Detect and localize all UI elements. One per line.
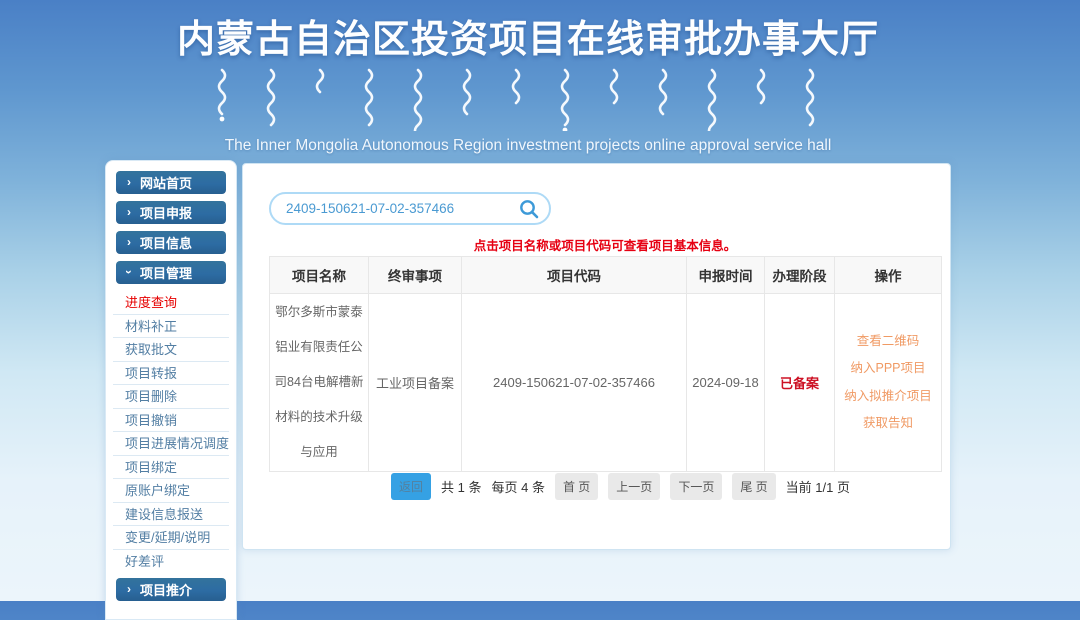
project-name-link[interactable]: 鄂尔多斯市蒙泰铝业有限责任公司84台电解槽新材料的技术升级与应用	[270, 294, 369, 472]
column-header: 终审事项	[369, 257, 462, 294]
return-button[interactable]: 返回	[391, 473, 431, 500]
chevron-down-icon: ›	[123, 270, 135, 274]
sidebar-item-label: 项目申报	[140, 203, 192, 222]
search-input[interactable]	[271, 201, 518, 216]
sidebar-item-site-home[interactable]: › 网站首页	[116, 171, 226, 194]
total-count-label: 共 1 条	[441, 477, 481, 496]
sidebar-nav: › 网站首页 › 项目申报 › 项目信息 › 项目管理进度查询材料补正获取批文项目转报项目删除…	[106, 171, 236, 601]
column-header: 办理阶段	[765, 257, 835, 294]
column-header: 操作	[835, 257, 942, 294]
submenu-item-project-delete[interactable]: 项目删除	[113, 385, 229, 409]
sidebar-item-project-info[interactable]: › 项目信息	[116, 231, 226, 254]
column-header: 项目代码	[462, 257, 687, 294]
declare-date: 2024-09-18	[687, 294, 765, 472]
sidebar-item-project-promotion[interactable]: › 项目推介	[116, 578, 226, 601]
search-icon[interactable]	[518, 198, 540, 220]
submenu-item-project-progress-dispatch[interactable]: 项目进展情况调度	[113, 432, 229, 456]
column-header: 申报时间	[687, 257, 765, 294]
project-code-link[interactable]: 2409-150621-07-02-357466	[462, 294, 687, 472]
search-box	[269, 192, 551, 225]
sidebar-item-label: 项目信息	[140, 233, 192, 252]
stage-badge: 已备案	[765, 294, 835, 472]
chevron-right-icon: ›	[127, 583, 131, 595]
final-review-item: 工业项目备案	[369, 294, 462, 472]
chevron-right-icon: ›	[127, 176, 131, 188]
table-row: 鄂尔多斯市蒙泰铝业有限责任公司84台电解槽新材料的技术升级与应用工业项目备案24…	[270, 294, 942, 472]
chevron-right-icon: ›	[127, 206, 131, 218]
action-link-include-ppp[interactable]: 纳入PPP项目	[836, 355, 940, 383]
hint-text: 点击项目名称或项目代码可查看项目基本信息。	[269, 235, 941, 254]
sidebar-item-project-declare[interactable]: › 项目申报	[116, 201, 226, 224]
first-page-button[interactable]: 首 页	[555, 473, 598, 500]
site-subtitle-en: The Inner Mongolia Autonomous Region inv…	[105, 137, 951, 155]
submenu-item-construction-info-report[interactable]: 建设信息报送	[113, 503, 229, 527]
pagination: 返回 共 1 条 每页 4 条 首 页 上一页 下一页 尾 页 当前 1/1 页	[269, 474, 941, 499]
sidebar: › 网站首页 › 项目申报 › 项目信息 › 项目管理进度查询材料补正获取批文项目转报项目删除…	[105, 160, 237, 620]
sidebar-item-project-manage[interactable]: › 项目管理	[116, 261, 226, 284]
last-page-button[interactable]: 尾 页	[732, 473, 775, 500]
submenu-item-project-revoke[interactable]: 项目撤销	[113, 409, 229, 433]
submenu-item-project-binding[interactable]: 项目绑定	[113, 456, 229, 480]
actions-cell: 查看二维码纳入PPP项目纳入拟推介项目获取告知	[835, 294, 942, 472]
current-page-label: 当前 1/1 页	[786, 477, 850, 496]
site-title: 内蒙古自治区投资项目在线审批办事大厅	[105, 8, 951, 63]
sidebar-item-label: 项目管理	[140, 263, 192, 282]
submenu-item-project-transfer[interactable]: 项目转报	[113, 362, 229, 386]
submenu-item-rating[interactable]: 好差评	[113, 550, 229, 574]
submenu-item-material-correction[interactable]: 材料补正	[113, 315, 229, 339]
sidebar-item-label: 网站首页	[140, 173, 192, 192]
submenu-item-change-delay-note[interactable]: 变更/延期/说明	[113, 526, 229, 550]
prev-page-button[interactable]: 上一页	[608, 473, 660, 500]
main-panel: 点击项目名称或项目代码可查看项目基本信息。 项目名称终审事项项目代码申报时间办理…	[242, 163, 951, 550]
action-link-include-proposed-promotion[interactable]: 纳入拟推介项目	[836, 383, 940, 411]
submenu-item-progress-query[interactable]: 进度查询	[113, 291, 229, 315]
submenu-item-obtain-approval-doc[interactable]: 获取批文	[113, 338, 229, 362]
action-link-view-qrcode[interactable]: 查看二维码	[836, 328, 940, 356]
mongolian-script	[198, 67, 858, 131]
submenu: 进度查询材料补正获取批文项目转报项目删除项目撤销项目进展情况调度项目绑定原账户绑…	[113, 291, 229, 573]
table-header-row: 项目名称终审事项项目代码申报时间办理阶段操作	[270, 257, 942, 294]
action-link-obtain-notice[interactable]: 获取告知	[836, 410, 940, 438]
sidebar-item-label: 项目推介	[140, 580, 192, 599]
next-page-button[interactable]: 下一页	[670, 473, 722, 500]
projects-table: 项目名称终审事项项目代码申报时间办理阶段操作 鄂尔多斯市蒙泰铝业有限责任公司84…	[269, 256, 942, 472]
submenu-item-original-account-binding[interactable]: 原账户绑定	[113, 479, 229, 503]
column-header: 项目名称	[270, 257, 369, 294]
chevron-right-icon: ›	[127, 236, 131, 248]
per-page-label: 每页 4 条	[491, 477, 544, 496]
